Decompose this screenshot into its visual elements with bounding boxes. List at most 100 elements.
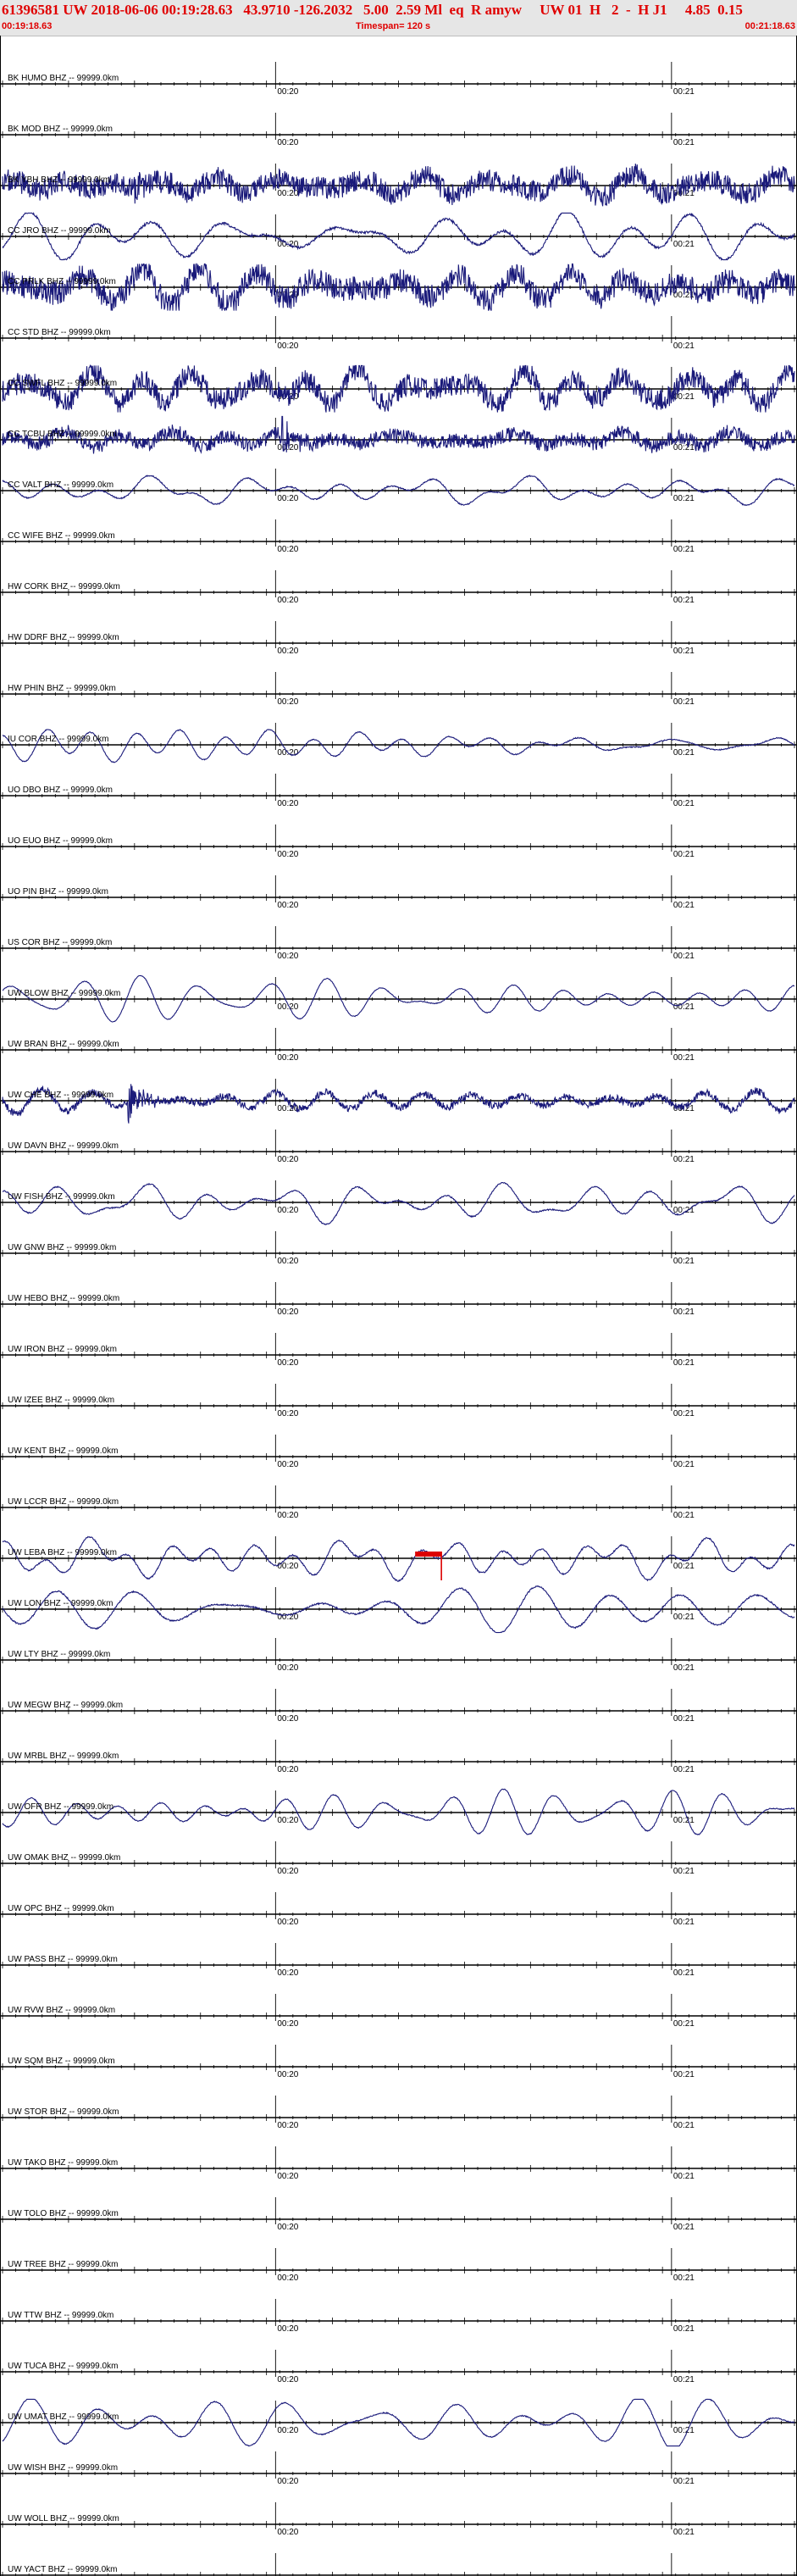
station-row: 00:20 00:21 UO EUO BHZ -- 99999.0km bbox=[0, 824, 797, 859]
minute-tick-label: 00:20 bbox=[277, 2019, 298, 2029]
minute-tick-label: 00:21 bbox=[673, 2070, 695, 2079]
station-row: 00:20 00:21 HW CORK BHZ -- 99999.0km bbox=[0, 570, 797, 605]
station-label: UW OMAK BHZ -- 99999.0km bbox=[8, 1853, 120, 1863]
station-row: 00:20 00:21 UW UMAT BHZ -- 99999.0km bbox=[0, 2398, 797, 2447]
station-row: 00:20 00:21UW CHE BHZ -- 99999.0km bbox=[0, 1079, 797, 1124]
station-label: UW MRBL BHZ -- 99999.0km bbox=[8, 1752, 119, 1761]
station-row: 00:20 00:21 CC WIFE BHZ -- 99999.0km bbox=[0, 519, 797, 554]
station-label: UW RVW BHZ -- 99999.0km bbox=[8, 2006, 115, 2015]
station-label: UW TOLO BHZ -- 99999.0km bbox=[8, 2209, 119, 2218]
minute-tick-label: 00:20 bbox=[277, 1460, 298, 1469]
station-row: 00:20 00:21UW FISH BHZ -- 99999.0km bbox=[0, 1180, 797, 1225]
minute-tick-label: 00:21 bbox=[673, 1918, 695, 1927]
station-label: UW WISH BHZ -- 99999.0km bbox=[8, 2463, 118, 2473]
minute-tick-label: 00:21 bbox=[673, 1816, 695, 1825]
station-row: 00:20 00:21 UW OFR BHZ -- 99999.0km bbox=[0, 1788, 797, 1835]
minute-tick-label: 00:20 bbox=[277, 2324, 298, 2334]
station-row: 00:20 00:21 UW DAVN BHZ -- 99999.0km bbox=[0, 1130, 797, 1164]
station-label: UW TUCA BHZ -- 99999.0km bbox=[8, 2362, 118, 2371]
minute-tick-label: 00:21 bbox=[673, 647, 695, 656]
station-row: 00:20 00:21 UW HEBO BHZ -- 99999.0km bbox=[0, 1282, 797, 1317]
station-label: CC WIFE BHZ -- 99999.0km bbox=[8, 531, 115, 541]
minute-tick-label: 00:20 bbox=[277, 87, 298, 97]
station-row: 00:20 00:21CC SWFL BHZ -- 99999.0km bbox=[0, 364, 797, 413]
station-row: 00:20 00:21 UW IRON BHZ -- 99999.0km bbox=[0, 1333, 797, 1368]
minute-tick-label: 00:20 bbox=[277, 1816, 298, 1825]
minute-tick-label: 00:20 bbox=[277, 1358, 298, 1368]
minute-tick-label: 00:20 bbox=[277, 1155, 298, 1164]
station-label: UO DBO BHZ -- 99999.0km bbox=[8, 786, 113, 795]
minute-tick-label: 00:20 bbox=[277, 2070, 298, 2079]
event-title: 61396581 UW 2018-06-06 00:19:28.63 43.97… bbox=[2, 2, 743, 18]
station-label: UW STOR BHZ -- 99999.0km bbox=[8, 2107, 119, 2117]
minute-tick-label: 00:20 bbox=[277, 1562, 298, 1571]
minute-tick-label: 00:20 bbox=[277, 189, 298, 198]
station-label: CC VALT BHZ -- 99999.0km bbox=[8, 480, 113, 490]
minute-tick-label: 00:20 bbox=[277, 2426, 298, 2435]
minute-tick-label: 00:20 bbox=[277, 1053, 298, 1063]
minute-tick-label: 00:20 bbox=[277, 1918, 298, 1927]
minute-tick-label: 00:21 bbox=[673, 901, 695, 910]
minute-tick-label: 00:20 bbox=[277, 1968, 298, 1978]
minute-tick-label: 00:20 bbox=[277, 952, 298, 961]
station-row: 00:20 00:21 CC STD BHZ -- 99999.0km bbox=[0, 316, 797, 351]
station-label: UW YACT BHZ -- 99999.0km bbox=[8, 2565, 117, 2574]
station-row: 00:2000:21UW YACT BHZ -- 99999.0km bbox=[0, 2553, 797, 2576]
minute-tick-label: 00:21 bbox=[673, 2223, 695, 2232]
station-row: 00:20 00:21 UW TREE BHZ -- 99999.0km bbox=[0, 2248, 797, 2283]
minute-tick-label: 00:20 bbox=[277, 901, 298, 910]
station-row: 00:20 00:21 UW TTW BHZ -- 99999.0km bbox=[0, 2299, 797, 2334]
seismogram-plot: 00:20 00:21 BK HUMO BHZ -- 99999.0km 00:20 0… bbox=[0, 36, 797, 2576]
minute-tick-label: 00:21 bbox=[673, 1409, 695, 1418]
minute-tick-label: 00:20 bbox=[277, 1257, 298, 1266]
station-label: HW CORK BHZ -- 99999.0km bbox=[8, 582, 120, 591]
minute-tick-label: 00:20 bbox=[277, 596, 298, 605]
minute-tick-label: 00:20 bbox=[277, 1206, 298, 1215]
start-time-label: 00:19:18.63 bbox=[2, 21, 53, 31]
minute-tick-label: 00:21 bbox=[673, 2324, 695, 2334]
station-label: UW BLOW BHZ -- 99999.0km bbox=[8, 989, 120, 998]
station-row: 00:20 00:21 UW WOLL BHZ -- 99999.0km bbox=[0, 2502, 797, 2537]
minute-tick-label: 00:21 bbox=[673, 2528, 695, 2537]
pick-flag bbox=[415, 1552, 442, 1557]
minute-tick-label: 00:21 bbox=[673, 2273, 695, 2283]
station-row: 00:20 00:21UW BLOW BHZ -- 99999.0km bbox=[0, 974, 797, 1023]
minute-tick-label: 00:20 bbox=[277, 2121, 298, 2130]
station-label: UW IZEE BHZ -- 99999.0km bbox=[8, 1396, 114, 1405]
minute-tick-label: 00:21 bbox=[673, 1663, 695, 1673]
end-time-label: 00:21:18.63 bbox=[744, 21, 795, 31]
station-label: UW TTW BHZ -- 99999.0km bbox=[8, 2311, 113, 2320]
minute-tick-label: 00:21 bbox=[673, 1257, 695, 1266]
minute-tick-label: 00:21 bbox=[673, 1765, 695, 1774]
station-row: 00:20 00:21 UW PASS BHZ -- 99999.0km bbox=[0, 1943, 797, 1978]
minute-tick-label: 00:21 bbox=[673, 545, 695, 554]
minute-tick-label: 00:21 bbox=[673, 240, 695, 249]
station-label: UW PASS BHZ -- 99999.0km bbox=[8, 1955, 118, 1964]
station-row: 00:20 00:21 UW TUCA BHZ -- 99999.0km bbox=[0, 2350, 797, 2384]
minute-tick-label: 00:21 bbox=[673, 87, 695, 97]
station-row: 00:20 00:21 CC TCBU BHZ -- 99999.0km bbox=[0, 415, 797, 454]
station-label: UW WOLL BHZ -- 99999.0km bbox=[8, 2514, 119, 2523]
minute-tick-label: 00:21 bbox=[673, 748, 695, 758]
station-row: 00:20 00:21 UW SQM BHZ -- 99999.0km bbox=[0, 2045, 797, 2079]
station-label: CC PRLK BHZ -- 99999.0km bbox=[8, 277, 116, 286]
station-label: UW GNW BHZ -- 99999.0km bbox=[8, 1243, 116, 1252]
minute-tick-label: 00:21 bbox=[673, 596, 695, 605]
station-label: HW DDRF BHZ -- 99999.0km bbox=[8, 633, 119, 642]
minute-tick-label: 00:21 bbox=[673, 697, 695, 707]
minute-tick-label: 00:20 bbox=[277, 443, 298, 452]
station-label: UW HEBO BHZ -- 99999.0km bbox=[8, 1294, 119, 1303]
minute-tick-label: 00:20 bbox=[277, 1409, 298, 1418]
minute-tick-label: 00:20 bbox=[277, 850, 298, 859]
station-label: UW CHE BHZ -- 99999.0km bbox=[8, 1091, 113, 1100]
minute-tick-label: 00:21 bbox=[673, 2019, 695, 2029]
station-row: 00:20 00:21CC PRLK BHZ -- 99999.0km bbox=[0, 263, 797, 311]
minute-tick-label: 00:20 bbox=[277, 341, 298, 351]
station-label: UW BRAN BHZ -- 99999.0km bbox=[8, 1040, 119, 1049]
plot-header: 61396581 UW 2018-06-06 00:19:28.63 43.97… bbox=[0, 0, 797, 36]
minute-tick-label: 00:20 bbox=[277, 1867, 298, 1876]
station-label: UW OPC BHZ -- 99999.0km bbox=[8, 1904, 114, 1913]
minute-tick-label: 00:20 bbox=[277, 2273, 298, 2283]
station-label: UW LCCR BHZ -- 99999.0km bbox=[8, 1497, 119, 1507]
minute-tick-label: 00:21 bbox=[673, 2426, 695, 2435]
